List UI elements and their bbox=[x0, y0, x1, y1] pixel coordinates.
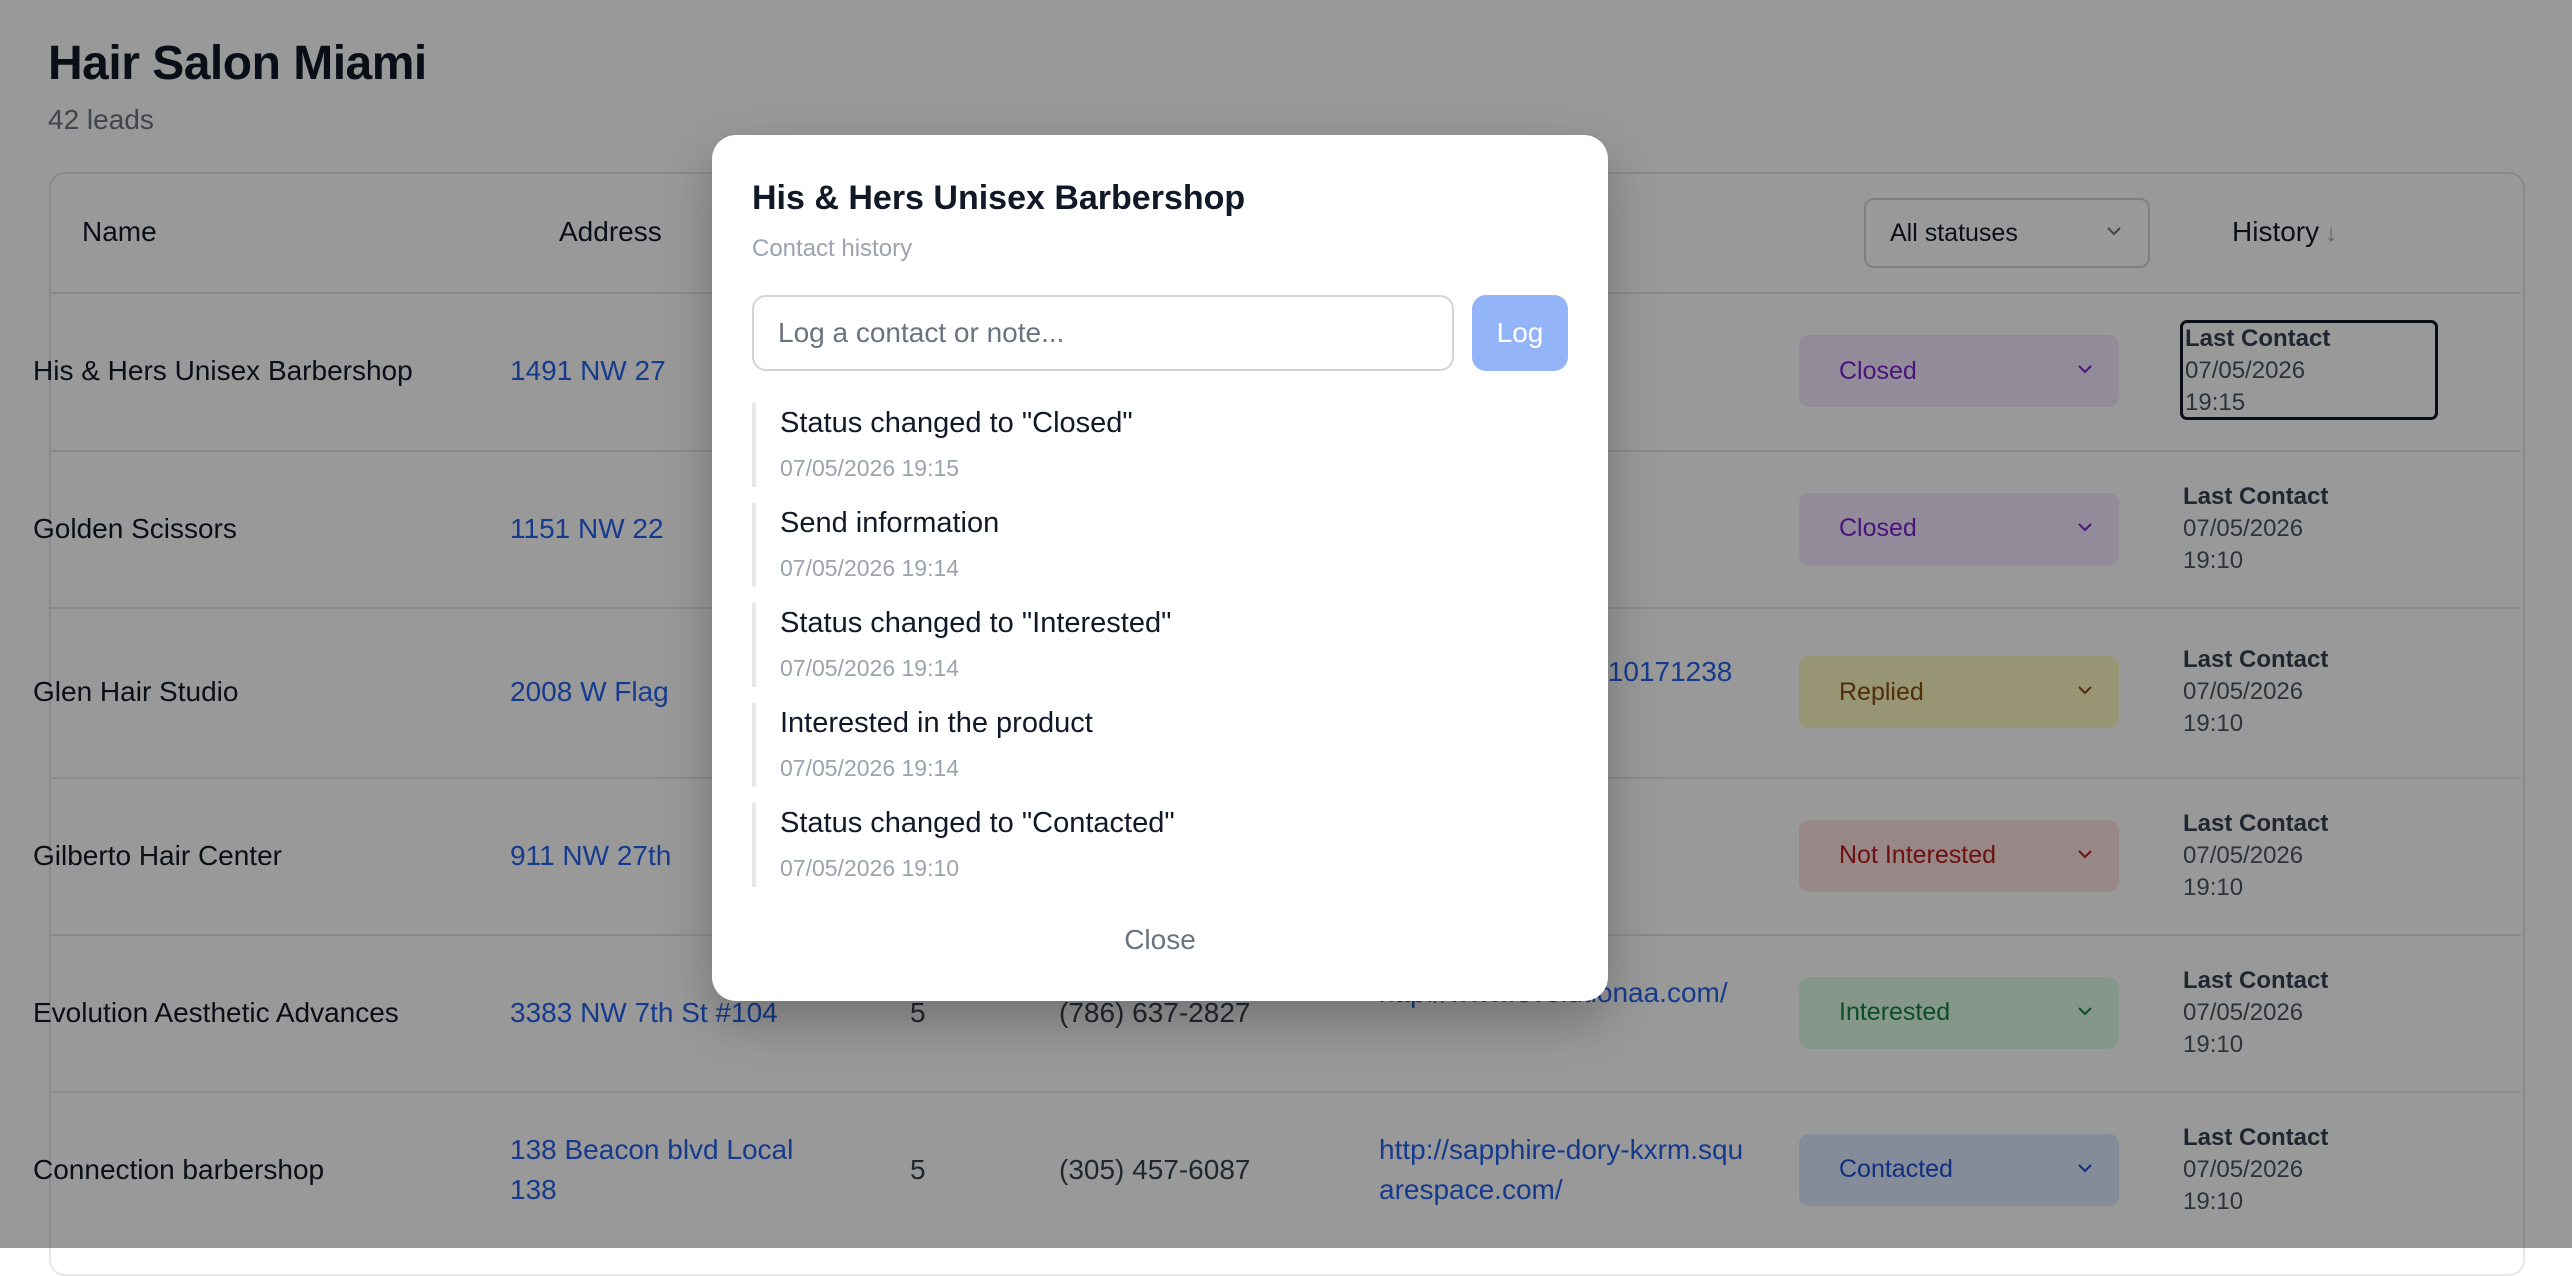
history-entry-text: Interested in the product bbox=[780, 707, 1093, 739]
history-entry-time: 07/05/2026 19:15 bbox=[780, 455, 960, 481]
close-button[interactable]: Close bbox=[1060, 915, 1260, 965]
history-entry-time: 07/05/2026 19:14 bbox=[780, 755, 960, 781]
history-entry: Send information 07/05/2026 19:14 bbox=[752, 503, 1536, 587]
history-entry-time: 07/05/2026 19:14 bbox=[780, 655, 960, 681]
history-entry-text: Status changed to "Contacted" bbox=[780, 807, 1175, 839]
history-entry: Interested in the product 07/05/2026 19:1… bbox=[752, 703, 1536, 787]
history-entry-text: Status changed to "Closed" bbox=[780, 407, 1133, 439]
history-entry-time: 07/05/2026 19:10 bbox=[780, 855, 960, 881]
modal-title: His & Hers Unisex Barbershop bbox=[752, 179, 1246, 217]
history-entry-time: 07/05/2026 19:14 bbox=[780, 555, 960, 581]
history-entry: Status changed to "Interested" 07/05/2026… bbox=[752, 603, 1536, 687]
history-entry: Status changed to "Closed" 07/05/2026 19:… bbox=[752, 403, 1536, 487]
contact-history-modal: His & Hers Unisex Barbershop Contact his… bbox=[712, 135, 1608, 1001]
log-button[interactable]: Log bbox=[1472, 295, 1568, 371]
history-entry-text: Status changed to "Interested" bbox=[780, 607, 1172, 639]
history-entry-text: Send information bbox=[780, 507, 1000, 539]
history-entry: Status changed to "Contacted" 07/05/2026 … bbox=[752, 803, 1536, 887]
modal-subtitle: Contact history bbox=[752, 235, 913, 262]
log-note-input[interactable] bbox=[752, 295, 1454, 371]
